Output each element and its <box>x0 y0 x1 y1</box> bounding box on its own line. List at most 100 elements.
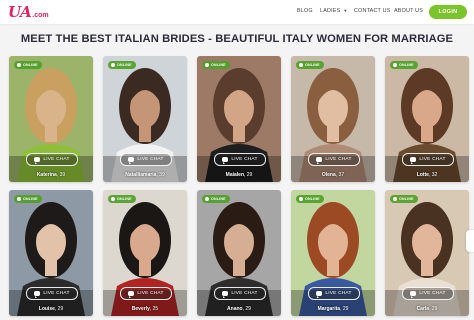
online-badge-label: ONLINE <box>305 63 320 67</box>
live-chat-button[interactable]: LIVE CHAT <box>120 287 172 300</box>
profile-caption: Louise, 29 <box>38 306 64 312</box>
chat-bubble-icon <box>316 157 323 164</box>
live-chat-button[interactable]: LIVE CHAT <box>402 153 454 166</box>
profile-caption: Olena, 37 <box>321 172 345 178</box>
profile-name[interactable]: Anano <box>227 306 243 312</box>
live-chat-button[interactable]: LIVE CHAT <box>26 287 78 300</box>
online-dot-icon <box>299 197 303 201</box>
profile-name[interactable]: Louise <box>39 306 55 312</box>
online-dot-icon <box>17 63 21 67</box>
nav-about-us[interactable]: ABOUT US <box>394 8 423 14</box>
profile-name[interactable]: Carla <box>417 306 430 312</box>
live-chat-label: LIVE CHAT <box>419 291 446 296</box>
online-badge-label: ONLINE <box>117 197 132 201</box>
profile-card[interactable]: ONLINE LIVE CHAT Louise, 29 <box>9 190 93 316</box>
profile-age: 39 <box>159 172 165 178</box>
online-badge-label: ONLINE <box>211 197 226 201</box>
profile-age: 39 <box>59 172 66 178</box>
page-title: MEET THE BEST ITALIAN BRIDES - BEAUTIFUL… <box>20 33 454 45</box>
chat-bubble-icon <box>410 291 417 298</box>
live-chat-button[interactable]: LIVE CHAT <box>402 287 454 300</box>
main-nav: BLOG LADIES ▼ CONTACT US ABOUT US LOGIN <box>0 0 474 24</box>
profile-card[interactable]: ONLINE LIVE CHAT Maialen, 29 <box>197 56 281 182</box>
chat-bubble-icon <box>222 291 229 298</box>
profile-caption: Beverly, 25 <box>131 306 159 312</box>
live-chat-button[interactable]: LIVE CHAT <box>308 153 360 166</box>
live-chat-label: LIVE CHAT <box>231 291 258 296</box>
online-badge: ONLINE <box>390 195 418 203</box>
online-badge: ONLINE <box>296 195 324 203</box>
profile-age: 29 <box>57 306 64 312</box>
online-dot-icon <box>111 197 115 201</box>
live-chat-label: LIVE CHAT <box>43 157 70 162</box>
online-badge: ONLINE <box>108 61 136 69</box>
scroll-handle[interactable] <box>466 230 474 252</box>
profile-age: 25 <box>152 306 159 312</box>
profile-card[interactable]: ONLINE LIVE CHAT Natalliamaria, 39 <box>103 56 187 182</box>
nav-ladies-label: LADIES <box>320 8 341 14</box>
online-dot-icon <box>17 197 21 201</box>
profile-caption: Margarita, 29 <box>317 306 349 312</box>
online-dot-icon <box>393 197 397 201</box>
online-badge-label: ONLINE <box>23 63 38 67</box>
online-badge-label: ONLINE <box>23 197 38 201</box>
profile-age: 29 <box>246 172 253 178</box>
profile-name[interactable]: Katerina <box>37 172 57 178</box>
chat-bubble-icon <box>410 157 417 164</box>
online-badge: ONLINE <box>108 195 136 203</box>
live-chat-button[interactable]: LIVE CHAT <box>120 153 172 166</box>
profile-caption: Carla, 29 <box>416 306 438 312</box>
profile-name[interactable]: Margarita <box>318 306 341 312</box>
live-chat-button[interactable]: LIVE CHAT <box>308 287 360 300</box>
live-chat-label: LIVE CHAT <box>137 157 164 162</box>
nav-blog[interactable]: BLOG <box>297 8 313 14</box>
online-badge: ONLINE <box>202 195 230 203</box>
profile-name[interactable]: Maialen <box>226 172 244 178</box>
profile-card[interactable]: ONLINE LIVE CHAT Olena, 37 <box>291 56 375 182</box>
online-badge: ONLINE <box>202 61 230 69</box>
profile-name[interactable]: Natalliamaria <box>125 172 156 178</box>
nav-contact-us[interactable]: CONTACT US <box>354 8 391 14</box>
caret-down-icon: ▼ <box>343 8 348 13</box>
profile-card[interactable]: ONLINE LIVE CHAT Anano, 29 <box>197 190 281 316</box>
nav-ladies[interactable]: LADIES ▼ <box>320 8 348 14</box>
online-dot-icon <box>111 63 115 67</box>
profile-name[interactable]: Lotte <box>417 172 429 178</box>
profile-card[interactable]: ONLINE LIVE CHAT Carla, 29 <box>385 190 469 316</box>
profile-age: 29 <box>342 306 349 312</box>
live-chat-label: LIVE CHAT <box>43 291 70 296</box>
live-chat-label: LIVE CHAT <box>231 157 258 162</box>
live-chat-label: LIVE CHAT <box>325 157 352 162</box>
profile-card[interactable]: ONLINE LIVE CHAT Katerina, 39 <box>9 56 93 182</box>
online-badge: ONLINE <box>14 195 42 203</box>
profile-caption: Maialen, 29 <box>225 172 253 178</box>
online-badge: ONLINE <box>296 61 324 69</box>
online-badge-label: ONLINE <box>399 197 414 201</box>
profile-age: 29 <box>245 306 251 312</box>
live-chat-label: LIVE CHAT <box>325 291 352 296</box>
chat-bubble-icon <box>34 157 41 164</box>
online-badge-label: ONLINE <box>399 63 414 67</box>
profile-name[interactable]: Olena <box>322 172 336 178</box>
online-badge-label: ONLINE <box>211 63 226 67</box>
live-chat-button[interactable]: LIVE CHAT <box>26 153 78 166</box>
chat-bubble-icon <box>128 291 135 298</box>
live-chat-button[interactable]: LIVE CHAT <box>214 153 266 166</box>
profile-caption: Natalliamaria, 39 <box>125 172 165 178</box>
login-button[interactable]: LOGIN <box>429 5 467 19</box>
profile-name[interactable]: Beverly <box>132 306 150 312</box>
profile-age: 29 <box>431 306 438 312</box>
online-dot-icon <box>205 63 209 67</box>
live-chat-label: LIVE CHAT <box>137 291 164 296</box>
chat-bubble-icon <box>222 157 229 164</box>
profile-card[interactable]: ONLINE LIVE CHAT Beverly, 25 <box>103 190 187 316</box>
online-badge-label: ONLINE <box>117 63 132 67</box>
online-dot-icon <box>205 197 209 201</box>
profile-card[interactable]: ONLINE LIVE CHAT Margarita, 29 <box>291 190 375 316</box>
profile-age: 37 <box>338 172 345 178</box>
site-header: UA .com BLOG LADIES ▼ CONTACT US ABOUT US… <box>0 0 474 24</box>
profile-card[interactable]: ONLINE LIVE CHAT Lotte, 32 <box>385 56 469 182</box>
profile-caption: Katerina, 39 <box>36 172 66 178</box>
live-chat-label: LIVE CHAT <box>419 157 446 162</box>
live-chat-button[interactable]: LIVE CHAT <box>214 287 266 300</box>
